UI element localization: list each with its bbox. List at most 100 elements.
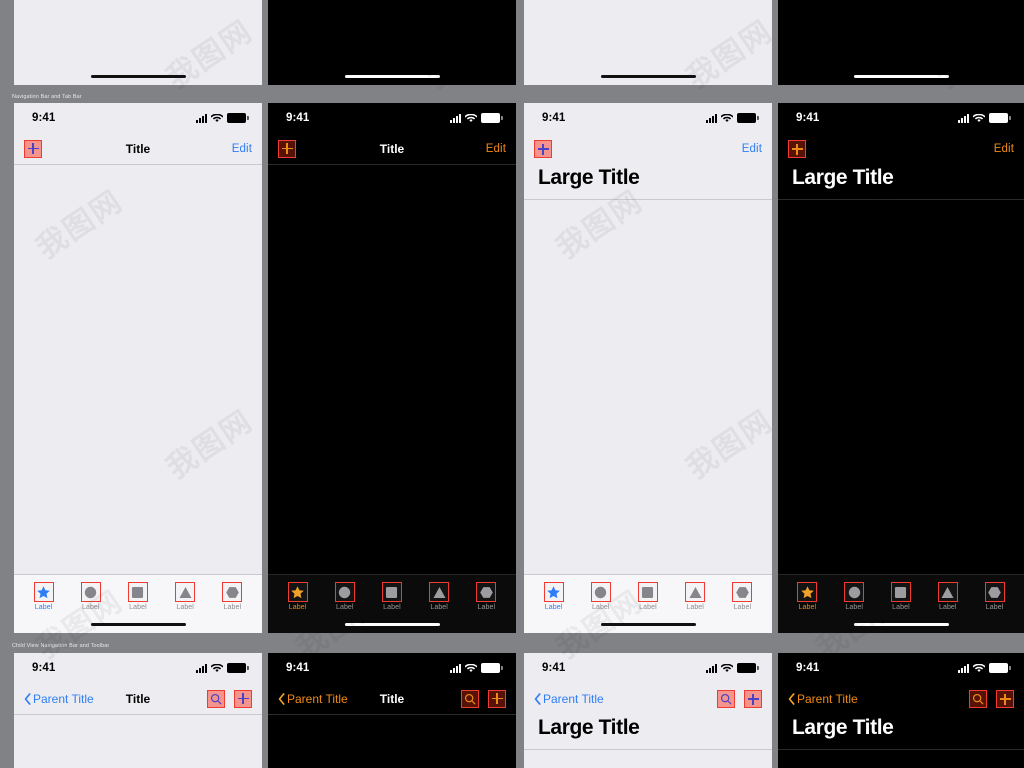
search-button[interactable] [717, 690, 735, 708]
battery-icon [989, 663, 1011, 673]
tab-label: Label [686, 604, 704, 611]
tab-item-circle[interactable]: Label [834, 582, 874, 611]
square-icon [127, 582, 148, 602]
tab-bar: Label Label Label Label Label [524, 574, 772, 616]
search-button[interactable] [969, 690, 987, 708]
add-button[interactable] [996, 690, 1014, 708]
plus-icon [747, 693, 759, 705]
navbar-left-items: Parent Title [278, 692, 348, 706]
tab-item-square[interactable]: Label [628, 582, 668, 611]
square-icon [381, 582, 402, 602]
star-icon [797, 582, 818, 602]
home-indicator[interactable] [90, 622, 186, 627]
circle-icon [334, 582, 355, 602]
wifi-icon [721, 113, 733, 123]
status-bar-time: 9:41 [542, 662, 566, 674]
tab-item-circle[interactable]: Label [325, 582, 365, 611]
add-button[interactable] [488, 689, 506, 708]
square-icon [637, 582, 658, 602]
large-title-area: Large Title [524, 165, 772, 201]
navigation-bar: Edit [778, 133, 1024, 165]
wifi-icon [211, 113, 223, 123]
status-bar: 9:41 [268, 103, 516, 133]
tab-item-triangle[interactable]: Label [675, 582, 715, 611]
tab-bar: Label Label Label Label Label [268, 574, 516, 616]
edit-button[interactable]: Edit [486, 143, 506, 155]
home-indicator[interactable] [853, 622, 949, 627]
chevron-left-icon [534, 693, 541, 705]
hexagon-icon [984, 582, 1005, 602]
edit-button[interactable]: Edit [994, 143, 1014, 155]
circle-icon [590, 582, 611, 602]
tab-item-square[interactable]: Label [118, 582, 158, 611]
chevron-left-icon [278, 692, 285, 705]
tab-item-star[interactable]: Label [534, 582, 574, 611]
status-bar-icons [196, 663, 249, 673]
phone-navbar-tabbar-light: 9:41 Title Edit Label Label Label Label … [14, 103, 262, 633]
navbar-left-items: Parent Title [534, 692, 604, 706]
search-icon [464, 693, 476, 705]
status-bar-icons [196, 113, 249, 123]
navbar-title: Title [125, 141, 151, 156]
tab-item-hexagon[interactable]: Label [212, 582, 252, 611]
tab-item-circle[interactable]: Label [581, 582, 621, 611]
back-button[interactable]: Parent Title [534, 692, 604, 706]
add-button[interactable] [234, 689, 252, 708]
home-indicator[interactable] [344, 622, 440, 627]
edit-button[interactable]: Edit [232, 143, 252, 155]
tab-item-hexagon[interactable]: Label [975, 582, 1015, 611]
battery-icon [481, 663, 503, 673]
tab-label: Label [81, 604, 100, 611]
large-title: Large Title [792, 716, 894, 739]
triangle-icon [429, 582, 450, 602]
tab-item-hexagon[interactable]: Label [466, 582, 506, 611]
edit-button[interactable]: Edit [742, 143, 762, 155]
home-indicator[interactable] [90, 74, 186, 79]
navbar-right-items: Edit [232, 143, 252, 155]
add-button[interactable] [534, 140, 552, 158]
wifi-icon [721, 663, 733, 673]
tab-item-square[interactable]: Label [881, 582, 921, 611]
tab-item-star[interactable]: Label [787, 582, 827, 611]
phone-partial-dark-2 [778, 0, 1024, 85]
back-button-label: Parent Title [797, 692, 858, 706]
home-indicator[interactable] [600, 74, 696, 79]
back-button[interactable]: Parent Title [788, 692, 858, 706]
tab-item-star[interactable]: Label [24, 582, 64, 611]
add-button[interactable] [744, 690, 762, 708]
tab-item-triangle[interactable]: Label [165, 582, 205, 611]
tab-item-hexagon[interactable]: Label [722, 582, 762, 611]
back-button[interactable]: Parent Title [278, 692, 348, 706]
tab-label: Label [938, 604, 957, 611]
navbar-right-items [717, 690, 762, 708]
tab-bar: Label Label Label Label Label [778, 574, 1024, 616]
large-title-area: Large Title [524, 715, 772, 751]
home-indicator[interactable] [600, 622, 696, 627]
triangle-icon [937, 582, 958, 602]
home-indicator-area [268, 68, 516, 85]
back-button[interactable]: Parent Title [24, 692, 94, 706]
hexagon-icon [476, 582, 497, 602]
status-bar: 9:41 [14, 103, 262, 133]
battery-icon [227, 113, 249, 123]
add-button[interactable] [24, 139, 42, 158]
navbar-right-items: Edit [994, 143, 1014, 155]
tab-item-circle[interactable]: Label [71, 582, 111, 611]
search-button[interactable] [207, 689, 225, 708]
tab-item-triangle[interactable]: Label [419, 582, 459, 611]
search-button[interactable] [461, 689, 479, 708]
home-indicator[interactable] [344, 74, 440, 79]
tab-item-square[interactable]: Label [372, 582, 412, 611]
wifi-icon [465, 663, 477, 673]
tab-label: Label [892, 604, 910, 611]
tab-item-triangle[interactable]: Label [928, 582, 968, 611]
home-indicator[interactable] [853, 74, 949, 79]
add-button[interactable] [278, 139, 296, 158]
navbar-right-items [207, 689, 252, 708]
large-title-area: Large Title [778, 165, 1024, 201]
content-area [778, 750, 1024, 768]
add-button[interactable] [788, 140, 806, 158]
status-bar: 9:41 [268, 653, 516, 683]
tab-item-star[interactable]: Label [278, 582, 318, 611]
content-area [778, 200, 1024, 574]
